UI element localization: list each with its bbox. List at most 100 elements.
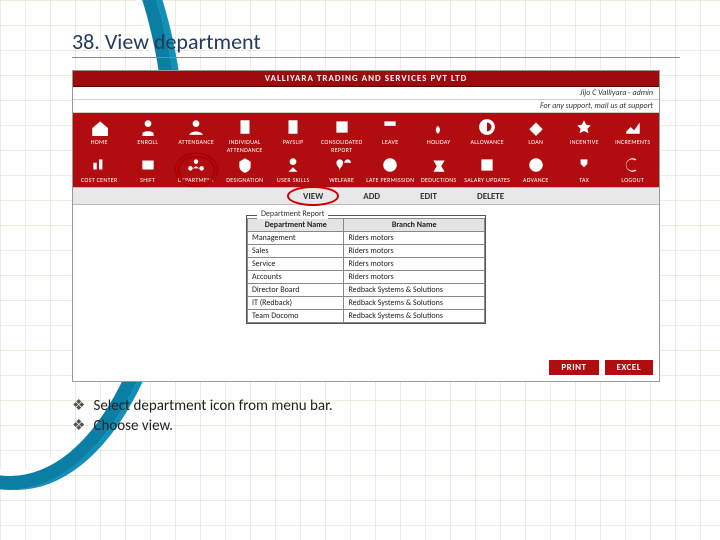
salary-updates-icon: [478, 156, 496, 176]
toolbar-label: INDIVIDUAL ATTENDANCE: [221, 138, 270, 154]
toolbar-label: WELFARE: [329, 176, 354, 184]
tab-bar: VIEWADDEDITDELETE: [73, 187, 659, 205]
toolbar-label: INCREMENTS: [615, 138, 650, 146]
toolbar-advance[interactable]: ADVANCE: [512, 155, 561, 185]
main-toolbar: HOME ENROLL ATTENDANCE INDIVIDUAL ATTENDANC…: [73, 113, 659, 187]
app-title: VALLIYARA TRADING AND SERVICES PVT LTD: [73, 71, 659, 87]
toolbar-welfare[interactable]: WELFARE: [318, 155, 367, 185]
incentive-icon: [575, 118, 593, 138]
toolbar-label: SALARY UPDATES: [464, 176, 510, 184]
toolbar-consolidated-report[interactable]: CONSOLIDATED REPORT: [318, 117, 367, 155]
slide-heading: 38. View department: [72, 28, 680, 58]
logout-icon: [624, 156, 642, 176]
table-cell: Redback Systems & Solutions: [344, 284, 485, 297]
toolbar-enroll[interactable]: ENROLL: [124, 117, 173, 155]
increments-icon: [624, 118, 642, 138]
toolbar-label: DEDUCTIONS: [421, 176, 456, 184]
allowance-icon: [478, 118, 496, 138]
print-button[interactable]: PRINT: [549, 360, 598, 375]
toolbar-label: HOME: [91, 138, 108, 146]
current-user: Jijo C Valliyara - admin: [580, 88, 653, 98]
toolbar-label: LATE PERMISSION: [366, 176, 414, 184]
designation-icon: [236, 156, 254, 176]
department-icon: [187, 156, 205, 176]
toolbar-home[interactable]: HOME: [75, 117, 124, 155]
toolbar-shift[interactable]: SHIFT: [124, 155, 173, 185]
table-row: Director BoardRedback Systems & Solution…: [248, 284, 485, 297]
toolbar-department[interactable]: DEPARTMENT: [172, 155, 221, 185]
toolbar-late-permission[interactable]: LATE PERMISSION: [366, 155, 415, 185]
toolbar-individual-attendance[interactable]: INDIVIDUAL ATTENDANCE: [221, 117, 270, 155]
table-cell: Redback Systems & Solutions: [344, 310, 485, 323]
table-cell: Riders motors: [344, 245, 485, 258]
toolbar-salary-updates[interactable]: SALARY UPDATES: [463, 155, 512, 185]
user-skills-icon: [284, 156, 302, 176]
tab-view[interactable]: VIEW: [283, 188, 343, 204]
table-row: Team DocomoRedback Systems & Solutions: [248, 310, 485, 323]
toolbar-label: CONSOLIDATED REPORT: [318, 138, 367, 154]
toolbar-tax[interactable]: TAX: [560, 155, 609, 185]
table-row: ServiceRiders motors: [248, 258, 485, 271]
table-cell: Management: [248, 232, 344, 245]
table-cell: Redback Systems & Solutions: [344, 297, 485, 310]
table-cell: Sales: [248, 245, 344, 258]
toolbar-payslip[interactable]: PAYSLIP: [269, 117, 318, 155]
toolbar-increments[interactable]: INCREMENTS: [609, 117, 658, 155]
holiday-icon: [430, 118, 448, 138]
shift-icon: [139, 156, 157, 176]
home-icon: [90, 118, 108, 138]
toolbar-label: LOAN: [528, 138, 543, 146]
toolbar-label: LEAVE: [382, 138, 398, 146]
table-row: IT (Redback)Redback Systems & Solutions: [248, 297, 485, 310]
toolbar-holiday[interactable]: HOLIDAY: [415, 117, 464, 155]
toolbar-cost-center[interactable]: COST CENTER: [75, 155, 124, 185]
toolbar-loan[interactable]: LOAN: [512, 117, 561, 155]
excel-button[interactable]: EXCEL: [605, 360, 654, 375]
attendance-icon: [187, 118, 205, 138]
application-screenshot: VALLIYARA TRADING AND SERVICES PVT LTD J…: [72, 70, 660, 382]
toolbar-allowance[interactable]: ALLOWANCE: [463, 117, 512, 155]
loan-icon: [527, 118, 545, 138]
toolbar-label: COST CENTER: [81, 176, 118, 184]
toolbar-label: LOGOUT: [621, 176, 644, 184]
toolbar-incentive[interactable]: INCENTIVE: [560, 117, 609, 155]
enroll-icon: [139, 118, 157, 138]
toolbar-deductions[interactable]: DEDUCTIONS: [415, 155, 464, 185]
tab-add[interactable]: ADD: [343, 188, 400, 204]
late-permission-icon: [381, 156, 399, 176]
toolbar-label: USER SKILLS: [277, 176, 310, 184]
welfare-icon: [333, 156, 351, 176]
consolidated-report-icon: [333, 118, 351, 138]
payslip-icon: [284, 118, 302, 138]
advance-icon: [527, 156, 545, 176]
toolbar-label: ATTENDANCE: [178, 138, 214, 146]
toolbar-leave[interactable]: LEAVE: [366, 117, 415, 155]
toolbar-label: ALLOWANCE: [470, 138, 504, 146]
toolbar-user-skills[interactable]: USER SKILLS: [269, 155, 318, 185]
toolbar-label: TAX: [579, 176, 589, 184]
toolbar-logout[interactable]: LOGOUT: [609, 155, 658, 185]
toolbar-label: PAYSLIP: [283, 138, 304, 146]
toolbar-label: ENROLL: [137, 138, 158, 146]
table-cell: Director Board: [248, 284, 344, 297]
department-report-table: Department NameBranch Name ManagementRid…: [247, 218, 485, 323]
table-cell: Riders motors: [344, 271, 485, 284]
deductions-icon: [430, 156, 448, 176]
instruction-list: ❖ Select department icon from menu bar.❖C…: [72, 396, 680, 437]
toolbar-label: ADVANCE: [523, 176, 549, 184]
toolbar-label: HOLIDAY: [427, 138, 450, 146]
toolbar-label: DEPARTMENT: [178, 176, 215, 184]
toolbar-designation[interactable]: DESIGNATION: [221, 155, 270, 185]
support-hint: For any support, mail us at support: [540, 101, 653, 111]
column-header: Branch Name: [344, 219, 485, 232]
bullet-icon: ❖: [72, 396, 85, 416]
leave-icon: [381, 118, 399, 138]
toolbar-label: DESIGNATION: [226, 176, 263, 184]
toolbar-attendance[interactable]: ATTENDANCE: [172, 117, 221, 155]
instruction-item: ❖Choose view.: [72, 416, 680, 436]
instruction-text: Select department icon from menu bar.: [93, 396, 332, 416]
tab-edit[interactable]: EDIT: [400, 188, 457, 204]
tab-delete[interactable]: DELETE: [457, 188, 524, 204]
table-cell: Accounts: [248, 271, 344, 284]
table-cell: Riders motors: [344, 232, 485, 245]
